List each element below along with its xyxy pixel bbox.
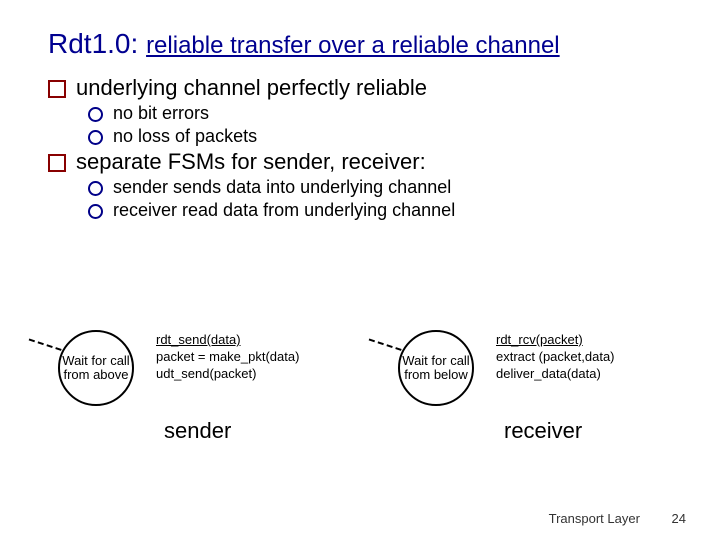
square-bullet-icon [48, 80, 66, 98]
circle-bullet-icon [88, 204, 103, 219]
sender-action-2: udt_send(packet) [156, 366, 256, 381]
receiver-transition: rdt_rcv(packet) extract (packet,data) de… [496, 332, 615, 383]
receiver-label: receiver [504, 418, 582, 444]
receiver-state-label: Wait for call from below [400, 354, 472, 383]
bullet-2: separate FSMs for sender, receiver: [48, 149, 680, 175]
bullet-1a-text: no bit errors [113, 103, 209, 124]
receiver-action-1: extract (packet,data) [496, 349, 615, 364]
bullet-2b: receiver read data from underlying chann… [88, 200, 680, 221]
bullet-2a: sender sends data into underlying channe… [88, 177, 680, 198]
circle-bullet-icon [88, 107, 103, 122]
sender-transition: rdt_send(data) packet = make_pkt(data) u… [156, 332, 299, 383]
title-subtitle: reliable transfer over a reliable channe… [146, 32, 560, 59]
footer: Transport Layer 24 [549, 511, 686, 526]
sender-state: Wait for call from above [58, 330, 134, 406]
sender-event: rdt_send(data) [156, 332, 299, 349]
bullet-1: underlying channel perfectly reliable [48, 75, 680, 101]
footer-section: Transport Layer [549, 511, 640, 526]
circle-bullet-icon [88, 130, 103, 145]
bullet-1b: no loss of packets [88, 126, 680, 147]
sender-action-1: packet = make_pkt(data) [156, 349, 299, 364]
receiver-state: Wait for call from below [398, 330, 474, 406]
bullet-2-text: separate FSMs for sender, receiver: [76, 149, 426, 175]
page-number: 24 [672, 511, 686, 526]
receiver-event: rdt_rcv(packet) [496, 332, 615, 349]
square-bullet-icon [48, 154, 66, 172]
bullet-2b-text: receiver read data from underlying chann… [113, 200, 455, 221]
sender-state-wrap: Wait for call from above [58, 330, 138, 410]
slide: Rdt1.0: reliable transfer over a reliabl… [0, 0, 720, 540]
receiver-action-2: deliver_data(data) [496, 366, 601, 381]
sender-label: sender [164, 418, 231, 444]
init-arrow-icon [369, 327, 406, 351]
sender-state-label: Wait for call from above [60, 354, 132, 383]
receiver-state-wrap: Wait for call from below [398, 330, 478, 410]
title-prefix: Rdt1.0: [48, 28, 138, 59]
bullet-1-text: underlying channel perfectly reliable [76, 75, 427, 101]
bullet-2a-text: sender sends data into underlying channe… [113, 177, 451, 198]
bullet-1b-text: no loss of packets [113, 126, 257, 147]
bullet-1a: no bit errors [88, 103, 680, 124]
init-arrow-icon [29, 327, 66, 351]
fsm-area: Wait for call from above rdt_send(data) … [48, 330, 678, 470]
circle-bullet-icon [88, 181, 103, 196]
slide-title: Rdt1.0: reliable transfer over a reliabl… [48, 26, 680, 61]
